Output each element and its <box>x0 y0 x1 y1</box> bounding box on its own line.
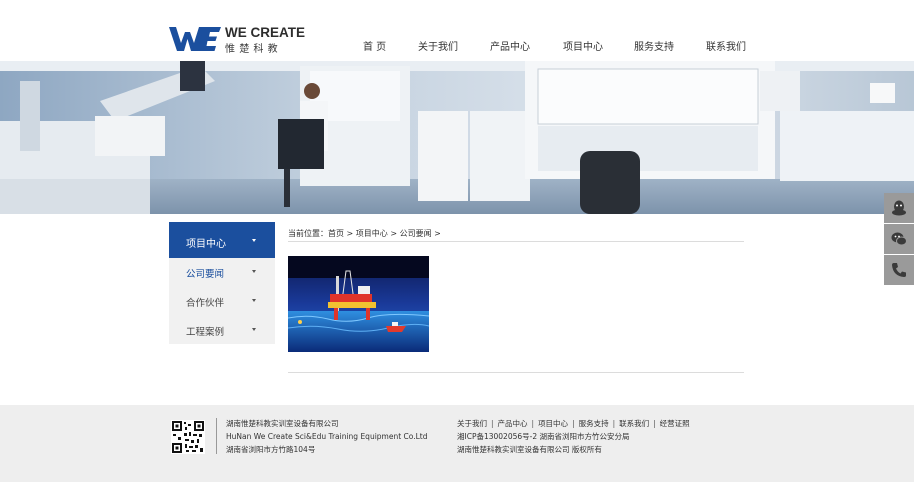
wechat-icon <box>891 232 907 246</box>
sidebar-item-partners[interactable]: 合作伙伴 <box>169 287 275 315</box>
footer-link-products[interactable]: 产品中心 <box>498 419 528 428</box>
site-footer <box>0 405 914 482</box>
sidebar-heading-label: 项目中心 <box>186 239 226 250</box>
footer-address: 湖南省浏阳市方竹路104号 <box>226 445 316 454</box>
logo[interactable]: WE CREATE 惟楚科教 <box>169 25 309 55</box>
qq-icon <box>892 200 906 216</box>
breadcrumb-divider <box>288 241 744 242</box>
phone-icon <box>892 263 906 277</box>
qr-code-icon <box>171 420 205 454</box>
nav-about[interactable]: 关于我们 <box>418 38 458 53</box>
sidebar-item-label: 工程案例 <box>186 327 225 338</box>
logo-mark-icon <box>169 27 221 51</box>
footer-link-license[interactable]: 经营证照 <box>660 419 690 428</box>
caret-down-icon <box>252 299 256 302</box>
caret-down-icon <box>252 270 256 273</box>
sidebar-heading[interactable]: 项目中心 <box>169 222 275 258</box>
footer-link-separator: | <box>572 419 575 428</box>
sidebar-item-cases[interactable]: 工程案例 <box>169 316 275 344</box>
float-phone-button[interactable] <box>884 255 914 285</box>
footer-company-en: HuNan We Create Sci&Edu Training Equipme… <box>226 432 428 441</box>
lab-banner-image <box>0 61 914 214</box>
footer-link-separator: | <box>653 419 656 428</box>
breadcrumb-prefix: 当前位置： <box>288 229 328 238</box>
breadcrumb-projects[interactable]: 项目中心 <box>356 229 388 238</box>
sidebar: 项目中心 公司要闻 合作伙伴 工程案例 <box>169 222 275 344</box>
breadcrumb-separator: > <box>434 229 441 238</box>
nav-projects[interactable]: 项目中心 <box>563 38 603 53</box>
logo-text-en: WE CREATE <box>225 25 305 40</box>
breadcrumb-separator: > <box>346 229 354 238</box>
sidebar-item-label: 公司要闻 <box>186 269 225 280</box>
footer-copyright: 湖南惟楚科教实训室设备有限公司 版权所有 <box>457 445 602 454</box>
logo-text-cn: 惟楚科教 <box>225 44 282 55</box>
breadcrumb-separator: > <box>390 229 398 238</box>
breadcrumb-home[interactable]: 首页 <box>328 229 344 238</box>
sidebar-item-label: 合作伙伴 <box>186 298 225 309</box>
footer-links: 关于我们 | 产品中心 | 项目中心 | 服务支持 | 联系我们 | 经营证照 <box>457 419 690 429</box>
float-qq-button[interactable] <box>884 193 914 223</box>
sidebar-item-company-news[interactable]: 公司要闻 <box>169 258 275 286</box>
site-header: WE CREATE 惟楚科教 首 页 关于我们 产品中心 项目中心 服务支持 联… <box>0 0 914 61</box>
float-wechat-button[interactable] <box>884 224 914 254</box>
qr-code-image <box>171 420 205 454</box>
footer-link-separator: | <box>531 419 535 428</box>
footer-icp[interactable]: 湘ICP备13002056号-2 湖南省浏阳市方竹公安分局 <box>457 432 630 442</box>
breadcrumb: 当前位置：首页 > 项目中心 > 公司要闻 > <box>288 228 441 239</box>
nav-contact[interactable]: 联系我们 <box>706 38 746 53</box>
nav-products[interactable]: 产品中心 <box>490 38 530 53</box>
breadcrumb-news[interactable]: 公司要闻 <box>400 229 432 238</box>
nav-home[interactable]: 首 页 <box>363 38 386 53</box>
news-thumbnail[interactable] <box>288 256 429 352</box>
footer-link-service[interactable]: 服务支持 <box>579 419 609 428</box>
caret-down-icon <box>252 239 256 242</box>
oil-platform-image <box>288 256 429 352</box>
caret-down-icon <box>252 328 256 331</box>
footer-link-separator: | <box>612 419 616 428</box>
content-divider <box>288 372 744 373</box>
footer-company-cn: 湖南惟楚科教实训室设备有限公司 <box>226 419 339 428</box>
nav-service[interactable]: 服务支持 <box>634 38 674 53</box>
footer-link-about[interactable]: 关于我们 <box>457 419 487 428</box>
banner-illustration <box>0 61 914 214</box>
footer-link-contact[interactable]: 联系我们 <box>619 419 649 428</box>
footer-link-projects[interactable]: 项目中心 <box>538 419 568 428</box>
footer-link-separator: | <box>491 419 494 428</box>
footer-divider <box>216 418 217 454</box>
